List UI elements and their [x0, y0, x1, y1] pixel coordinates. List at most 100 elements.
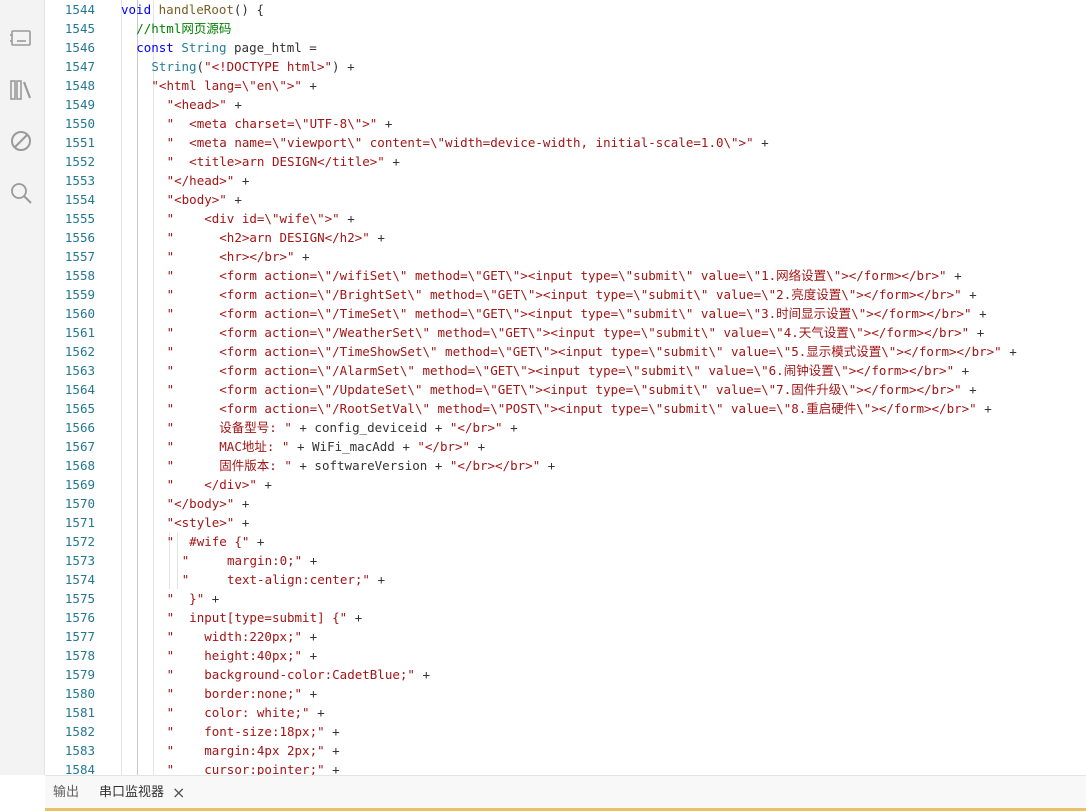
tab-serial-monitor[interactable]: 串口监视器 — [99, 776, 164, 810]
code-line[interactable]: 1563 " <form action=\"/AlarmSet\" method=… — [45, 361, 1086, 380]
line-number: 1577 — [64, 629, 95, 644]
code-line[interactable]: 1578 " height:40px;" + — [45, 646, 1086, 665]
code-line[interactable]: 1582 " font-size:18px;" + — [45, 722, 1086, 741]
bottom-panel: 输出 串口监视器 × — [45, 775, 1086, 811]
code-text: " color: white;" + — [166, 705, 325, 720]
code-text: " #wife {" + — [166, 534, 265, 549]
code-text: //html网页源码 — [136, 21, 232, 36]
code-text: " <meta charset=\"UTF-8\">" + — [166, 116, 393, 131]
code-line[interactable]: 1558 " <form action=\"/wifiSet\" method=\… — [45, 266, 1086, 285]
code-line[interactable]: 1570 "</body>" + — [45, 494, 1086, 513]
code-text: " font-size:18px;" + — [166, 724, 340, 739]
code-line[interactable]: 1566 " 设备型号: " + config_deviceid + "</br>… — [45, 418, 1086, 437]
code-text: "<body>" + — [166, 192, 242, 207]
code-line[interactable]: 1574 " text-align:center;" + — [45, 570, 1086, 589]
line-number: 1566 — [64, 420, 95, 435]
code-line[interactable]: 1572 " #wife {" + — [45, 532, 1086, 551]
line-number: 1576 — [64, 610, 95, 625]
line-number: 1555 — [64, 211, 95, 226]
line-number: 1584 — [64, 762, 95, 775]
code-line[interactable]: 1564 " <form action=\"/UpdateSet\" method… — [45, 380, 1086, 399]
code-line[interactable]: 1577 " width:220px;" + — [45, 627, 1086, 646]
line-number: 1549 — [64, 97, 95, 112]
code-line[interactable]: 1549 "<head>" + — [45, 95, 1086, 114]
code-line[interactable]: 1546 const String page_html = — [45, 38, 1086, 57]
line-number: 1561 — [64, 325, 95, 340]
code-text: " width:220px;" + — [166, 629, 318, 644]
code-line[interactable]: 1553 "</head>" + — [45, 171, 1086, 190]
code-text: " </div>" + — [166, 477, 272, 492]
code-text: "<style>" + — [166, 515, 250, 530]
tab-output[interactable]: 输出 — [53, 776, 79, 810]
line-number: 1544 — [64, 2, 95, 17]
line-number: 1575 — [64, 591, 95, 606]
code-line[interactable]: 1569 " </div>" + — [45, 475, 1086, 494]
line-number: 1558 — [64, 268, 95, 283]
code-line[interactable]: 1584 " cursor:pointer;" + — [45, 760, 1086, 775]
code-line[interactable]: 1579 " background-color:CadetBlue;" + — [45, 665, 1086, 684]
search-icon[interactable] — [7, 179, 35, 207]
code-text: " 设备型号: " + config_deviceid + "</br>" + — [166, 420, 518, 435]
code-text: void handleRoot() { — [121, 2, 265, 17]
code-line[interactable]: 1557 " <hr></br>" + — [45, 247, 1086, 266]
code-line[interactable]: 1576 " input[type=submit] {" + — [45, 608, 1086, 627]
code-text: " 固件版本: " + softwareVersion + "</br></br… — [166, 458, 556, 473]
code-editor[interactable]: 1544 void handleRoot() {1545//html网页源码 154… — [45, 0, 1086, 775]
line-number: 1567 — [64, 439, 95, 454]
code-line[interactable]: 1552 " <title>arn DESIGN</title>" + — [45, 152, 1086, 171]
close-icon[interactable]: × — [172, 776, 185, 810]
code-text: " <form action=\"/RootSetVal\" method=\"… — [166, 401, 992, 416]
code-line[interactable]: 1575 " }" + — [45, 589, 1086, 608]
code-text: "<html lang=\"en\">" + — [151, 78, 317, 93]
code-line[interactable]: 1544 void handleRoot() { — [45, 0, 1086, 19]
line-number: 1573 — [64, 553, 95, 568]
code-line[interactable]: 1548 "<html lang=\"en\">" + — [45, 76, 1086, 95]
code-line[interactable]: 1559 " <form action=\"/BrightSet\" method… — [45, 285, 1086, 304]
line-number: 1562 — [64, 344, 95, 359]
code-line[interactable]: 1583 " margin:4px 2px;" + — [45, 741, 1086, 760]
activity-bar — [0, 0, 45, 775]
code-line[interactable]: 1561 " <form action=\"/WeatherSet\" metho… — [45, 323, 1086, 342]
code-text: " <form action=\"/UpdateSet\" method=\"G… — [166, 382, 977, 397]
code-line[interactable]: 1573 " margin:0;" + — [45, 551, 1086, 570]
debug-icon[interactable] — [7, 127, 35, 155]
line-number: 1580 — [64, 686, 95, 701]
code-text: " <form action=\"/TimeShowSet\" method=\… — [166, 344, 1017, 359]
board-icon[interactable] — [7, 24, 35, 52]
code-line[interactable]: 1580 " border:none;" + — [45, 684, 1086, 703]
code-line[interactable]: 1581 " color: white;" + — [45, 703, 1086, 722]
line-number: 1553 — [64, 173, 95, 188]
code-line[interactable]: 1567 " MAC地址: " + WiFi_macAdd + "</br>" + — [45, 437, 1086, 456]
code-text: " input[type=submit] {" + — [166, 610, 363, 625]
line-number: 1574 — [64, 572, 95, 587]
line-number: 1545 — [64, 21, 95, 36]
line-number: 1570 — [64, 496, 95, 511]
code-line[interactable]: 1568 " 固件版本: " + softwareVersion + "</br>… — [45, 456, 1086, 475]
code-line[interactable]: 1547 String("<!DOCTYPE html>") + — [45, 57, 1086, 76]
line-number: 1546 — [64, 40, 95, 55]
code-line[interactable]: 1571 "<style>" + — [45, 513, 1086, 532]
code-line[interactable]: 1554 "<body>" + — [45, 190, 1086, 209]
code-text: "<head>" + — [166, 97, 242, 112]
code-line[interactable]: 1565 " <form action=\"/RootSetVal\" metho… — [45, 399, 1086, 418]
code-text: " <form action=\"/AlarmSet\" method=\"GE… — [166, 363, 970, 378]
library-icon[interactable] — [7, 76, 35, 104]
code-line[interactable]: 1551 " <meta name=\"viewport\" content=\"… — [45, 133, 1086, 152]
code-line[interactable]: 1556 " <h2>arn DESIGN</h2>" + — [45, 228, 1086, 247]
code-line[interactable]: 1545 //html网页源码 — [45, 19, 1086, 38]
code-text: " <title>arn DESIGN</title>" + — [166, 154, 400, 169]
code-line[interactable]: 1550 " <meta charset=\"UTF-8\">" + — [45, 114, 1086, 133]
line-number: 1572 — [64, 534, 95, 549]
line-number: 1565 — [64, 401, 95, 416]
code-line[interactable]: 1562 " <form action=\"/TimeShowSet\" meth… — [45, 342, 1086, 361]
line-number: 1560 — [64, 306, 95, 321]
line-number: 1569 — [64, 477, 95, 492]
code-line[interactable]: 1555 " <div id=\"wife\">" + — [45, 209, 1086, 228]
code-text: " border:none;" + — [166, 686, 318, 701]
line-number: 1552 — [64, 154, 95, 169]
code-text: "</body>" + — [166, 496, 250, 511]
code-line[interactable]: 1560 " <form action=\"/TimeSet\" method=\… — [45, 304, 1086, 323]
code-text: " margin:0;" + — [181, 553, 318, 568]
code-text: " <div id=\"wife\">" + — [166, 211, 355, 226]
line-number: 1564 — [64, 382, 95, 397]
